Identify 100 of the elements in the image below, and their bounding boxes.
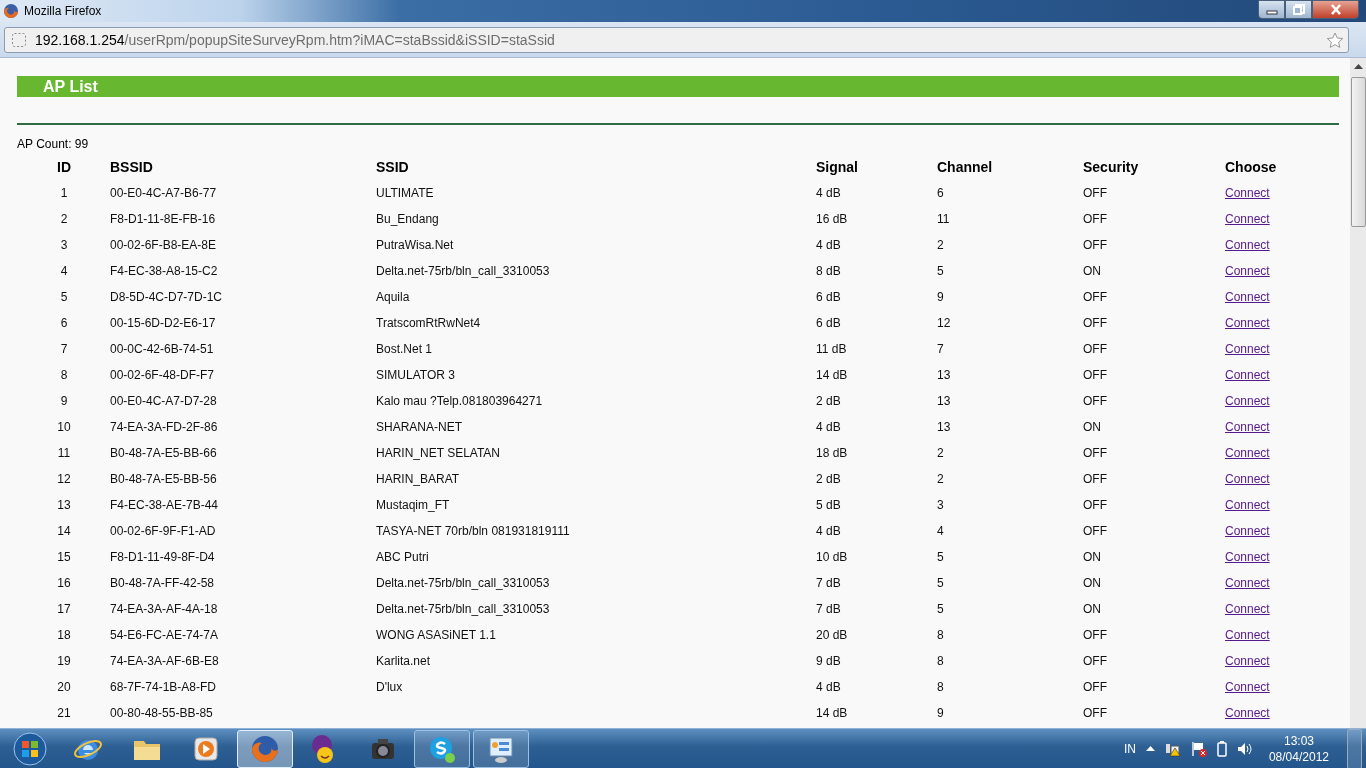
table-cell-text: 2 dB <box>816 393 842 410</box>
connect-link[interactable]: Connect <box>1225 238 1270 252</box>
connect-link[interactable]: Connect <box>1225 654 1270 668</box>
table-cell-text: 2 <box>937 445 945 462</box>
address-bar[interactable]: 192.168.1.254/userRpm/popupSiteSurveyRpm.htm?iMAC=staBssid&iSSID=staSsid <box>4 27 1349 53</box>
table-cell-text: OFF <box>1083 627 1108 644</box>
table-cell-text: 2 dB <box>816 471 842 488</box>
table-cell-text: OFF <box>1083 653 1108 670</box>
table-cell-text: 19 <box>56 653 72 670</box>
connect-link[interactable]: Connect <box>1225 420 1270 434</box>
url-text: 192.168.1.254/userRpm/popupSiteSurveyRpm.htm?iMAC=staBssid&iSSID=staSsid <box>35 32 555 48</box>
table-cell-text: F4-EC-38-AE-7B-44 <box>109 497 220 514</box>
connect-link[interactable]: Connect <box>1225 576 1270 590</box>
table-cell-text: 74-EA-3A-AF-6B-E8 <box>109 653 220 670</box>
table-cell-text: 7 dB <box>816 601 842 618</box>
table-cell-text: D'lux <box>376 679 404 696</box>
connect-link[interactable]: Connect <box>1225 212 1270 226</box>
table-cell-text: 5 <box>937 601 945 618</box>
table-cell-text: 13 <box>937 419 952 436</box>
table-cell-text: 16 <box>56 575 72 592</box>
table-cell-text: 13 <box>937 367 952 384</box>
connect-link[interactable]: Connect <box>1225 628 1270 642</box>
bookmark-star-icon[interactable] <box>1326 31 1344 49</box>
table-cell-text: 4 <box>937 523 945 540</box>
connect-link[interactable]: Connect <box>1225 342 1270 356</box>
table-cell-text: TASYA-NET 70rb/bln 081931819111 <box>376 523 571 540</box>
table-cell-text: 00-02-6F-48-DF-F7 <box>109 367 216 384</box>
flag-error-icon[interactable] <box>1190 740 1207 757</box>
table-cell-text: 00-E0-4C-A7-B6-77 <box>109 185 218 202</box>
scrollbar[interactable] <box>1350 58 1366 728</box>
table-cell-text: 1 <box>59 185 69 202</box>
table-cell-text: 4 dB <box>816 237 842 254</box>
connect-link[interactable]: Connect <box>1225 472 1270 486</box>
table-cell-text: SIMULATOR 3 <box>376 367 456 384</box>
table-cell-text: 9 <box>59 393 69 410</box>
restore-button[interactable] <box>1285 0 1312 19</box>
scroll-up-arrow-icon[interactable] <box>1353 64 1363 69</box>
tray-expand-icon[interactable] <box>1145 746 1155 751</box>
clock[interactable]: 13:03 08/04/2012 <box>1268 732 1329 765</box>
table-cell-text: ON <box>1083 419 1102 436</box>
table-cell-text: 4 dB <box>816 419 842 436</box>
table-cell-text: 2 <box>59 211 69 228</box>
table-cell-text: 7 <box>59 341 69 358</box>
chat-app-icon[interactable] <box>414 729 470 768</box>
table-cell-text: 6 <box>59 315 69 332</box>
table-cell-text: 68-7F-74-1B-A8-FD <box>109 679 218 696</box>
table-cell-text: OFF <box>1083 341 1108 358</box>
table-cell-text: F4-EC-38-A8-15-C2 <box>109 263 219 280</box>
table-cell-text: OFF <box>1083 523 1108 540</box>
table-cell-text: ULTIMATE <box>376 185 435 202</box>
table-cell-text: OFF <box>1083 315 1108 332</box>
column-header: ID <box>56 158 72 177</box>
firefox-logo-icon <box>3 3 19 19</box>
table-cell-text: 5 <box>937 263 945 280</box>
close-button[interactable] <box>1312 0 1359 19</box>
control-panel-icon[interactable] <box>473 729 529 768</box>
connect-link[interactable]: Connect <box>1225 316 1270 330</box>
connect-link[interactable]: Connect <box>1225 550 1270 564</box>
connect-link[interactable]: Connect <box>1225 524 1270 538</box>
ap-count-text: AP Count: 99 <box>17 137 89 151</box>
firefox-icon[interactable] <box>237 729 293 768</box>
scrollbar-thumb[interactable] <box>1350 77 1366 227</box>
table-cell-text: Karlita.net <box>376 653 432 670</box>
table-cell-text: 3 <box>937 497 945 514</box>
connect-link[interactable]: Connect <box>1225 394 1270 408</box>
table-cell-text: 11 <box>56 445 72 462</box>
table-cell-text: 6 <box>937 185 945 202</box>
table-cell-text: Mustaqim_FT <box>376 497 451 514</box>
column-header: Choose <box>1225 158 1278 177</box>
connect-link[interactable]: Connect <box>1225 706 1270 720</box>
table-cell-text: Bu_Endang <box>376 211 440 228</box>
connect-link[interactable]: Connect <box>1225 368 1270 382</box>
table-cell-text: 18 dB <box>816 445 849 462</box>
connect-link[interactable]: Connect <box>1225 680 1270 694</box>
table-cell-text: 12 <box>937 315 952 332</box>
section-header-bar: AP List <box>17 76 1339 97</box>
table-cell-text: TratscomRtRwNet4 <box>376 315 482 332</box>
table-cell-text: B0-48-7A-FF-42-58 <box>109 575 216 592</box>
connect-link[interactable]: Connect <box>1225 264 1270 278</box>
table-cell-text: 8 dB <box>816 263 842 280</box>
table-cell-text: 7 <box>937 341 945 358</box>
table-cell-text: Delta.net-75rb/bln_call_3310053 <box>376 601 551 618</box>
connect-link[interactable]: Connect <box>1225 498 1270 512</box>
column-header: Channel <box>937 158 994 177</box>
connect-link[interactable]: Connect <box>1225 186 1270 200</box>
language-indicator[interactable]: IN <box>1123 741 1136 756</box>
minimize-button[interactable] <box>1258 0 1285 19</box>
battery-icon[interactable] <box>1216 740 1227 757</box>
connect-link[interactable]: Connect <box>1225 290 1270 304</box>
table-cell-text: 74-EA-3A-FD-2F-86 <box>109 419 219 436</box>
table-cell-text: ON <box>1083 549 1102 566</box>
table-cell-text: B0-48-7A-E5-BB-66 <box>109 445 218 462</box>
table-cell-text: 00-80-48-55-BB-85 <box>109 705 214 722</box>
table-cell-text: ON <box>1083 263 1102 280</box>
table-cell-text: Delta.net-75rb/bln_call_3310053 <box>376 263 551 280</box>
start-button[interactable] <box>10 729 50 768</box>
connect-link[interactable]: Connect <box>1225 446 1270 460</box>
connect-link[interactable]: Connect <box>1225 602 1270 616</box>
table-cell-text: 20 <box>56 679 72 696</box>
window-title: Mozilla Firefox <box>24 4 102 18</box>
